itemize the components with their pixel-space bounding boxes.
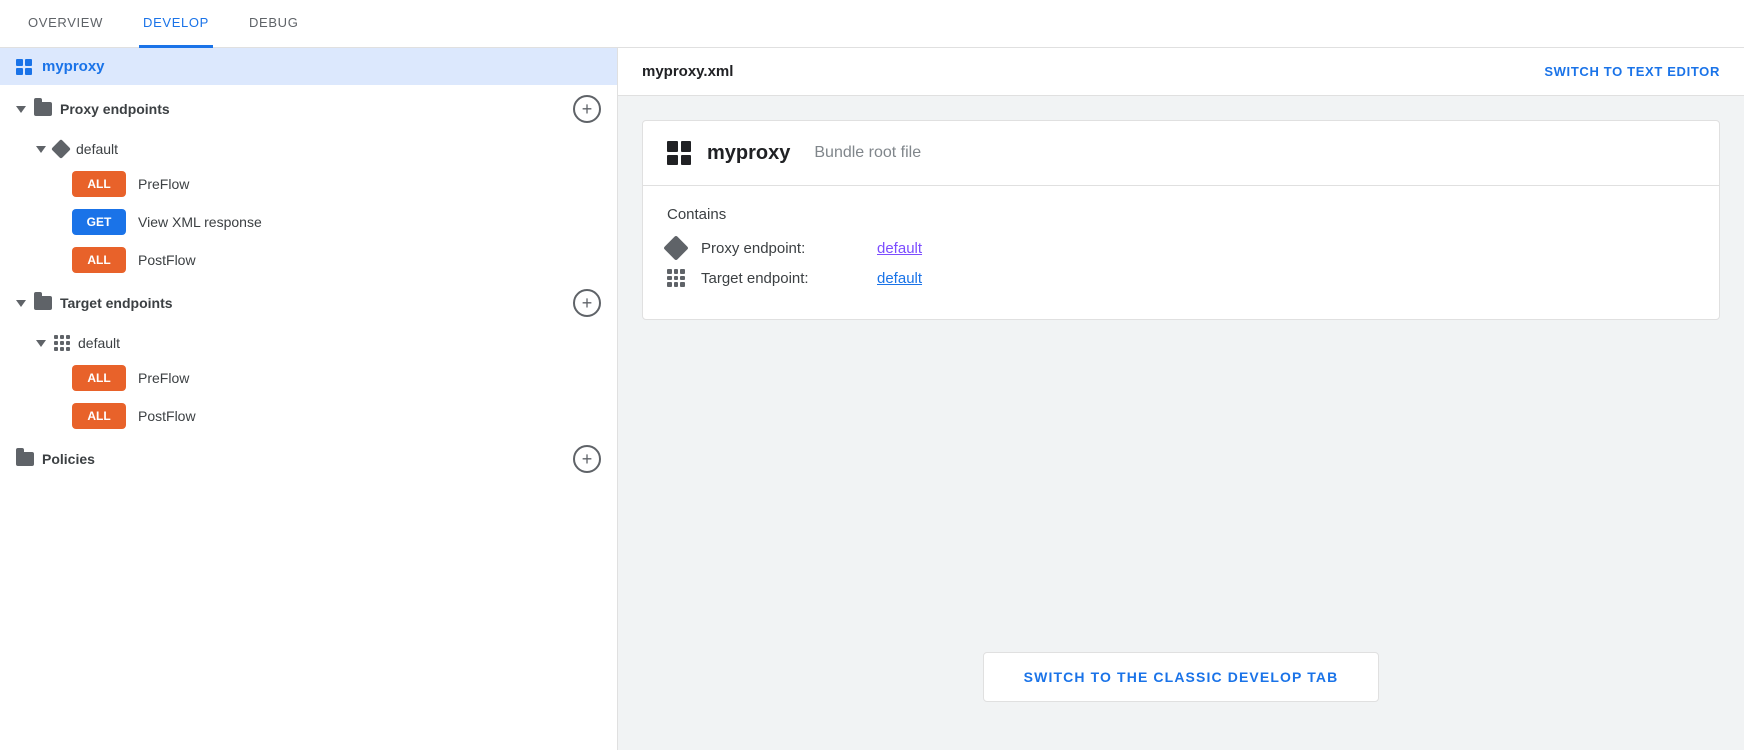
add-proxy-endpoint-button[interactable]: + bbox=[573, 95, 601, 123]
target-preflow-badge[interactable]: ALL bbox=[72, 365, 126, 391]
policies-folder-icon bbox=[16, 452, 34, 466]
proxy-get-flow-item[interactable]: GET View XML response bbox=[0, 203, 617, 241]
proxy-endpoint-label: Proxy endpoint: bbox=[701, 240, 861, 257]
target-default-item[interactable]: default bbox=[0, 327, 617, 359]
right-panel-content: myproxy Bundle root file Contains Proxy … bbox=[618, 96, 1744, 750]
policies-label: Policies bbox=[42, 451, 95, 467]
file-name: myproxy.xml bbox=[642, 63, 733, 80]
tab-overview[interactable]: OVERVIEW bbox=[24, 0, 107, 48]
target-postflow-item[interactable]: ALL PostFlow bbox=[0, 397, 617, 435]
proxy-icon bbox=[16, 59, 32, 75]
policies-section[interactable]: Policies + bbox=[0, 435, 617, 483]
target-preflow-item[interactable]: ALL PreFlow bbox=[0, 359, 617, 397]
sidebar-item-myproxy[interactable]: myproxy bbox=[0, 48, 617, 85]
bundle-title: myproxy bbox=[707, 142, 790, 165]
proxy-view-xml-label: View XML response bbox=[138, 214, 262, 230]
bundle-subtitle: Bundle root file bbox=[814, 144, 921, 162]
switch-to-text-editor-button[interactable]: SWITCH TO TEXT EDITOR bbox=[1544, 64, 1720, 79]
target-endpoints-label: Target endpoints bbox=[60, 295, 173, 311]
proxy-endpoint-icon bbox=[663, 235, 688, 260]
proxy-default-arrow bbox=[36, 146, 46, 153]
proxy-postflow-badge[interactable]: ALL bbox=[72, 247, 126, 273]
proxy-endpoint-row: Proxy endpoint: default bbox=[667, 239, 1695, 257]
target-default-grid-icon bbox=[54, 335, 70, 351]
proxy-endpoints-label: Proxy endpoints bbox=[60, 101, 170, 117]
proxy-preflow-label: PreFlow bbox=[138, 176, 189, 192]
proxy-endpoints-folder-icon bbox=[34, 102, 52, 116]
add-policy-button[interactable]: + bbox=[573, 445, 601, 473]
target-endpoint-icon bbox=[667, 269, 685, 287]
target-default-arrow bbox=[36, 340, 46, 347]
target-endpoint-row: Target endpoint: default bbox=[667, 269, 1695, 287]
proxy-endpoints-arrow bbox=[16, 106, 26, 113]
target-endpoint-label: Target endpoint: bbox=[701, 270, 861, 287]
proxy-get-badge[interactable]: GET bbox=[72, 209, 126, 235]
proxy-postflow-label: PostFlow bbox=[138, 252, 196, 268]
proxy-postflow-item[interactable]: ALL PostFlow bbox=[0, 241, 617, 279]
proxy-default-item[interactable]: default bbox=[0, 133, 617, 165]
proxy-preflow-item[interactable]: ALL PreFlow bbox=[0, 165, 617, 203]
target-endpoints-section[interactable]: Target endpoints + bbox=[0, 279, 617, 327]
proxy-preflow-badge[interactable]: ALL bbox=[72, 171, 126, 197]
proxy-default-diamond-icon bbox=[51, 139, 71, 159]
bundle-card-header: myproxy Bundle root file bbox=[643, 121, 1719, 186]
right-panel: myproxy.xml SWITCH TO TEXT EDITOR myprox… bbox=[618, 48, 1744, 750]
bundle-icon bbox=[667, 141, 691, 165]
contains-label: Contains bbox=[667, 206, 1695, 223]
tab-develop[interactable]: DEVELOP bbox=[139, 0, 213, 48]
add-target-endpoint-button[interactable]: + bbox=[573, 289, 601, 317]
main-layout: myproxy Proxy endpoints + default ALL Pr… bbox=[0, 48, 1744, 750]
target-preflow-label: PreFlow bbox=[138, 370, 189, 386]
target-endpoint-link[interactable]: default bbox=[877, 270, 922, 287]
proxy-default-label: default bbox=[76, 141, 118, 157]
top-nav: OVERVIEW DEVELOP DEBUG bbox=[0, 0, 1744, 48]
proxy-endpoint-link[interactable]: default bbox=[877, 240, 922, 257]
proxy-endpoints-section[interactable]: Proxy endpoints + bbox=[0, 85, 617, 133]
target-postflow-label: PostFlow bbox=[138, 408, 196, 424]
tab-debug[interactable]: DEBUG bbox=[245, 0, 302, 48]
proxy-name-label: myproxy bbox=[42, 58, 105, 75]
target-endpoints-arrow bbox=[16, 300, 26, 307]
bundle-card: myproxy Bundle root file Contains Proxy … bbox=[642, 120, 1720, 320]
target-endpoints-folder-icon bbox=[34, 296, 52, 310]
switch-classic-develop-tab-button[interactable]: SWITCH TO THE CLASSIC DEVELOP TAB bbox=[983, 652, 1380, 702]
right-panel-header: myproxy.xml SWITCH TO TEXT EDITOR bbox=[618, 48, 1744, 96]
target-default-label: default bbox=[78, 335, 120, 351]
bundle-card-body: Contains Proxy endpoint: default bbox=[643, 186, 1719, 319]
target-postflow-badge[interactable]: ALL bbox=[72, 403, 126, 429]
sidebar: myproxy Proxy endpoints + default ALL Pr… bbox=[0, 48, 618, 750]
